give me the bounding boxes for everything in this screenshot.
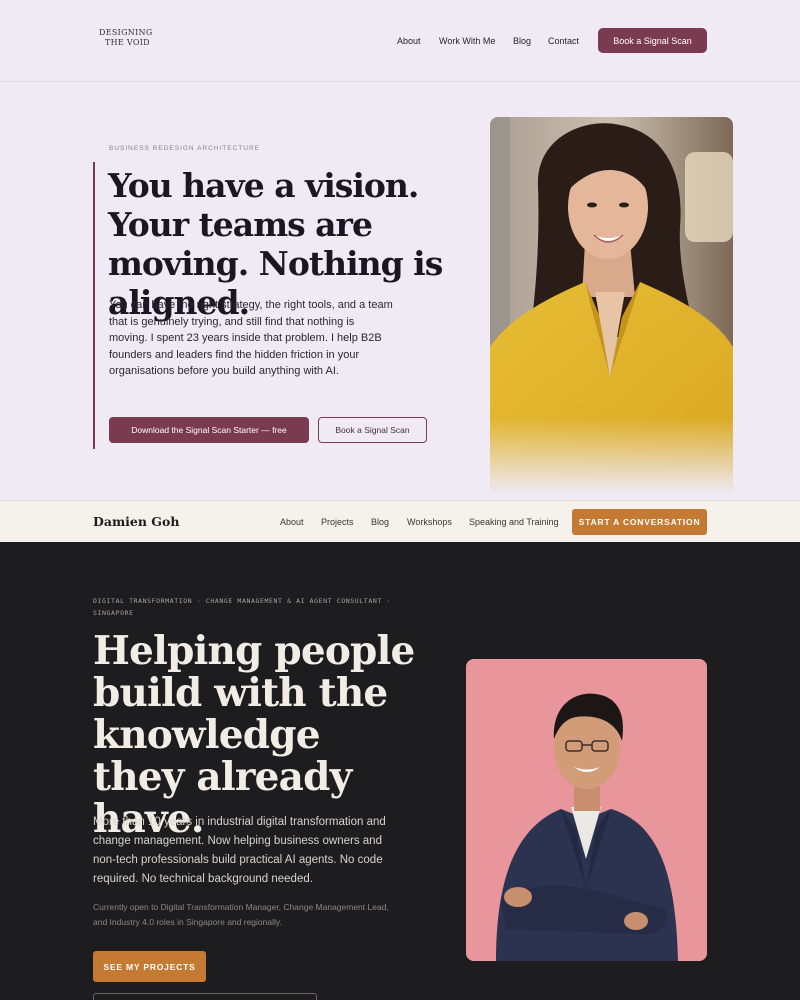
logo-line-2: THE VOID [105,38,150,47]
see-projects-button[interactable]: SEE MY PROJECTS [93,951,206,982]
top-navbar: DESIGNING THE VOID About Work With Me Bl… [0,0,800,82]
start-conversation-button[interactable]: START A CONVERSATION [572,509,707,535]
nav-link-about-2[interactable]: About [280,517,304,527]
portrait-photo-woman [490,117,733,493]
nav-link-about[interactable]: About [397,36,421,46]
portrait-photo-man [466,659,707,961]
nav-link-blog-2[interactable]: Blog [371,517,389,527]
hero-body: You can have the right strategy, the rig… [109,299,393,378]
nav-link-projects[interactable]: Projects [321,517,354,527]
secondary-navbar: Damien Goh About Projects Blog Workshops… [0,500,800,542]
book-signal-scan-secondary-button[interactable]: Book a Signal Scan [318,417,427,443]
logo-line-1: DESIGNING [99,28,153,37]
hero-section-designing-the-void: DESIGNING THE VOID About Work With Me Bl… [0,0,800,500]
accent-divider [93,162,95,449]
man-portrait-illustration [466,659,707,961]
hero-body-2: More than 10 years in industrial digital… [93,816,386,885]
nav-link-speaking-training[interactable]: Speaking and Training [469,517,559,527]
woman-portrait-illustration [490,117,733,493]
secondary-outline-button[interactable] [93,993,317,1000]
book-signal-scan-button[interactable]: Book a Signal Scan [598,28,707,53]
nav-link-blog[interactable]: Blog [513,36,531,46]
hero-headline-2: Helping people build with the knowledge … [93,628,415,842]
nav-link-work-with-me[interactable]: Work With Me [439,36,495,46]
hero-section-damien-goh: DIGITAL TRANSFORMATION · CHANGE MANAGEME… [0,542,800,1000]
download-starter-button[interactable]: Download the Signal Scan Starter — free [109,417,309,443]
availability-note: Currently open to Digital Transformation… [93,902,389,927]
site-logo[interactable]: DESIGNING THE VOID [97,26,153,54]
hero-eyebrow: BUSINESS REDESIGN ARCHITECTURE [109,145,260,152]
nav-link-workshops[interactable]: Workshops [407,517,452,527]
nav-link-contact[interactable]: Contact [548,36,579,46]
hero-eyebrow-2: DIGITAL TRANSFORMATION · CHANGE MANAGEME… [93,597,391,617]
brand-name[interactable]: Damien Goh [93,514,179,529]
